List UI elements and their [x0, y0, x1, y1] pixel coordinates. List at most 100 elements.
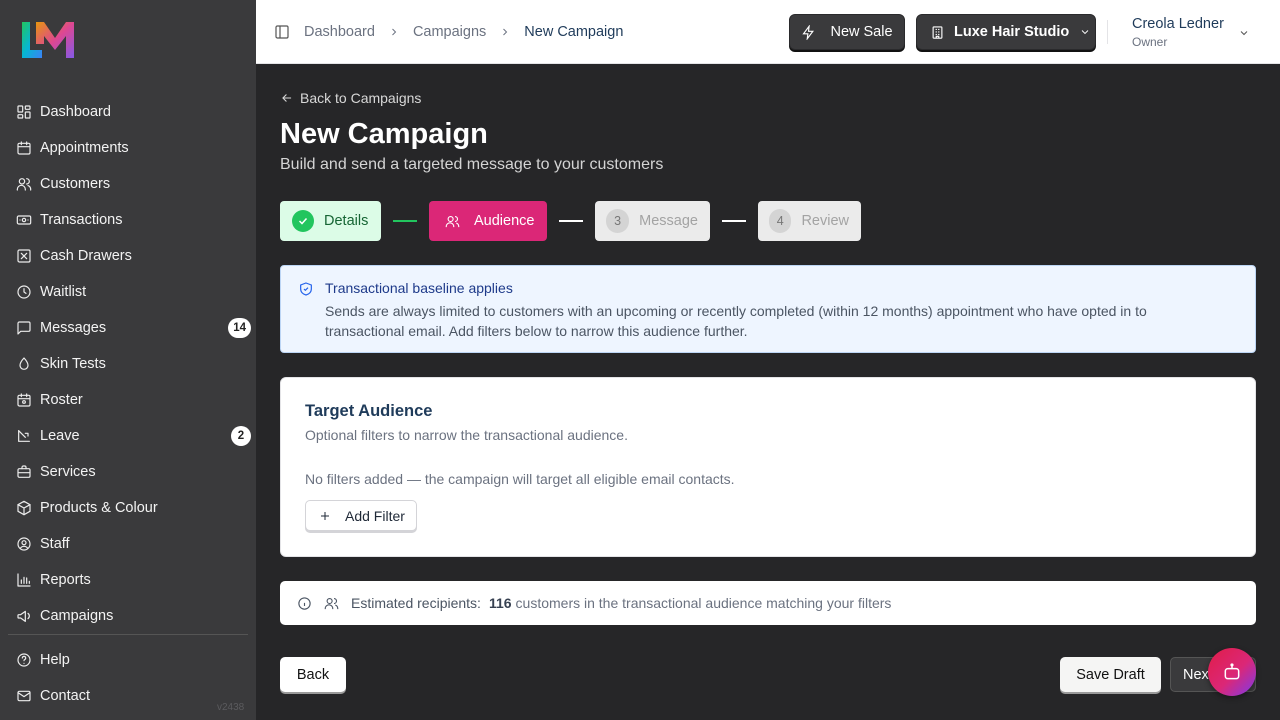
brand-logo[interactable] — [20, 20, 76, 60]
sidebar-item-skin-tests[interactable]: Skin Tests — [8, 346, 256, 382]
sidebar-item-label: Waitlist — [40, 284, 87, 300]
step-connector — [722, 220, 746, 222]
step-label: Details — [324, 213, 369, 229]
chevron-right-icon — [499, 26, 511, 38]
step-audience[interactable]: Audience — [429, 201, 547, 241]
sidebar-item-roster[interactable]: Roster — [8, 382, 256, 418]
sidebar-divider — [8, 634, 248, 635]
add-filter-button[interactable]: Add Filter — [305, 500, 417, 531]
step-label: Review — [801, 213, 849, 229]
sidebar-item-label: Services — [40, 464, 96, 480]
breadcrumb-current: New Campaign — [524, 24, 624, 40]
check-circle-icon — [292, 210, 314, 232]
bar-chart-icon — [16, 572, 32, 588]
user-circle-icon — [16, 536, 32, 552]
sidebar-item-staff[interactable]: Staff — [8, 526, 256, 562]
sidebar-item-leave[interactable]: Leave 2 — [8, 418, 256, 454]
sidebar-item-products-colour[interactable]: Products & Colour — [8, 490, 256, 526]
bot-icon — [1224, 663, 1240, 680]
calendar-check-icon — [16, 392, 32, 408]
sidebar-item-appointments[interactable]: Appointments — [8, 130, 256, 166]
sidebar-item-services[interactable]: Services — [8, 454, 256, 490]
step-connector — [393, 220, 417, 222]
sidebar-item-label: Reports — [40, 572, 91, 588]
sidebar-item-messages[interactable]: Messages 14 — [8, 310, 256, 346]
card-subtitle: Optional filters to narrow the transacti… — [305, 427, 628, 443]
help-circle-icon — [16, 652, 32, 668]
breadcrumb-campaigns[interactable]: Campaigns — [413, 24, 486, 40]
page-title: New Campaign — [280, 118, 488, 150]
assistant-chat-button[interactable] — [1208, 648, 1256, 696]
back-to-campaigns-link[interactable]: Back to Campaigns — [280, 90, 421, 106]
users-icon — [445, 215, 460, 227]
package-icon — [16, 500, 32, 516]
empty-filters-text: No filters added — the campaign will tar… — [305, 471, 735, 487]
shield-check-icon — [298, 281, 314, 297]
users-icon — [16, 176, 32, 192]
lightning-icon — [802, 24, 815, 40]
notice-body: Sends are always limited to customers wi… — [325, 303, 1147, 339]
building-icon — [932, 25, 943, 39]
studio-selector[interactable]: Luxe Hair Studio — [916, 14, 1096, 50]
sidebar-item-label: Staff — [40, 536, 70, 552]
estimated-recipients-bar: Estimated recipients: 116 customers in t… — [280, 581, 1256, 625]
step-message[interactable]: 3 Message — [595, 201, 710, 241]
top-header: Dashboard Campaigns New Campaign New Sal… — [256, 0, 1280, 64]
droplet-icon — [16, 356, 32, 372]
sidebar-item-transactions[interactable]: Transactions — [8, 202, 256, 238]
step-details[interactable]: Details — [280, 201, 381, 241]
sidebar-item-help[interactable]: Help — [8, 642, 256, 678]
sidebar-item-label: Appointments — [40, 140, 129, 156]
sidebar-item-label: Help — [40, 652, 70, 668]
notice-title: Transactional baseline applies — [325, 280, 513, 296]
plus-icon — [321, 511, 329, 520]
banknote-icon — [16, 212, 32, 228]
step-connector — [559, 220, 583, 222]
back-button[interactable]: Back — [280, 657, 346, 692]
transactional-notice: Transactional baseline applies Sends are… — [280, 265, 1256, 353]
chevron-right-icon — [388, 26, 400, 38]
sidebar-item-label: Campaigns — [40, 608, 114, 624]
sidebar-item-campaigns[interactable]: Campaigns — [8, 598, 256, 634]
chevron-down-icon — [1081, 30, 1089, 35]
step-number: 3 — [606, 209, 630, 233]
step-review[interactable]: 4 Review — [758, 201, 861, 241]
sidebar-item-waitlist[interactable]: Waitlist — [8, 274, 256, 310]
mail-icon — [16, 688, 32, 704]
save-draft-button[interactable]: Save Draft — [1060, 657, 1161, 692]
add-filter-label: Add Filter — [345, 507, 405, 524]
step-label: Message — [639, 213, 698, 229]
sidebar: Dashboard Appointments Customers Transac… — [0, 0, 256, 720]
briefcase-icon — [16, 464, 32, 480]
back-link-label: Back to Campaigns — [300, 90, 422, 106]
user-menu-chevron-icon[interactable] — [1238, 26, 1250, 38]
studio-name: Luxe Hair Studio — [954, 24, 1070, 40]
sidebar-item-label: Roster — [40, 392, 83, 408]
sidebar-item-label: Customers — [40, 176, 111, 192]
sidebar-item-label: Leave — [40, 428, 80, 444]
sidebar-item-reports[interactable]: Reports — [8, 562, 256, 598]
new-sale-button[interactable]: New Sale — [789, 14, 905, 50]
arrow-left-icon — [282, 94, 292, 102]
breadcrumb-dashboard[interactable]: Dashboard — [304, 24, 375, 40]
sidebar-item-dashboard[interactable]: Dashboard — [8, 94, 256, 130]
messages-count-badge: 14 — [228, 318, 251, 338]
clock-icon — [16, 284, 32, 300]
calendar-icon — [16, 140, 32, 156]
page-subtitle: Build and send a targeted message to you… — [280, 156, 664, 173]
info-icon — [297, 596, 312, 611]
recipients-count: 116 — [488, 595, 512, 611]
users-icon — [324, 596, 339, 611]
step-number: 4 — [769, 209, 792, 233]
sidebar-item-label: Contact — [40, 688, 90, 704]
wizard-steps: Details Audience 3 Message 4 Review — [280, 201, 861, 241]
step-label: Audience — [474, 213, 535, 229]
sidebar-item-customers[interactable]: Customers — [8, 166, 256, 202]
sidebar-nav: Dashboard Appointments Customers Transac… — [8, 94, 256, 634]
recipients-label: Estimated recipients: — [351, 595, 481, 611]
sidebar-item-cash-drawers[interactable]: Cash Drawers — [8, 238, 256, 274]
sidebar-item-label: Cash Drawers — [40, 248, 132, 264]
user-name[interactable]: Creola Ledner — [1132, 16, 1224, 32]
sidebar-item-label: Messages — [40, 320, 107, 336]
sidebar-toggle-icon[interactable] — [274, 24, 290, 40]
